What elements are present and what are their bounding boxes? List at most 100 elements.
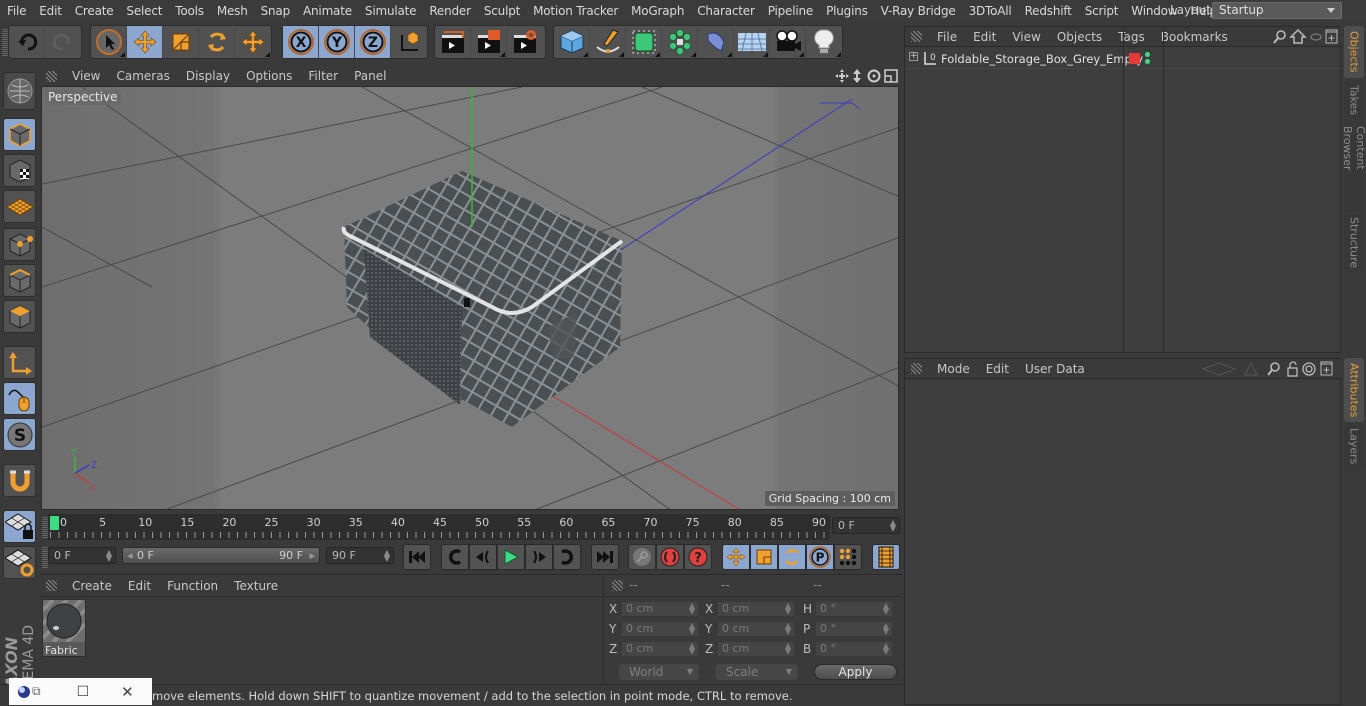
coord-value-field[interactable]: 0 ° ▲ ▼	[815, 641, 893, 657]
lock-workplane-button[interactable]	[3, 510, 36, 543]
menu-select[interactable]: Select	[119, 4, 168, 18]
back-icon[interactable]	[1201, 362, 1237, 376]
pen-spline-button[interactable]	[590, 26, 626, 58]
cloner-button[interactable]	[662, 26, 698, 58]
range-left-arrow-icon[interactable]: ◂	[127, 548, 133, 563]
undo-button[interactable]	[9, 26, 45, 58]
menu-vray-bridge[interactable]: V-Ray Bridge	[874, 4, 962, 18]
timeline-window-button[interactable]	[872, 544, 900, 570]
viewport-menu-view[interactable]: View	[64, 69, 108, 83]
menu-tools[interactable]: Tools	[168, 4, 210, 18]
new-window-icon[interactable]	[1320, 361, 1333, 376]
menu-animate[interactable]: Animate	[296, 4, 358, 18]
coord-value-field[interactable]: 0 cm ▲ ▼	[717, 601, 795, 617]
spinner-icon[interactable]: ▲ ▼	[689, 602, 695, 616]
record-keys-button[interactable]	[628, 544, 656, 570]
layout-dropdown[interactable]: Startup	[1212, 2, 1342, 19]
size-mode-dropdown[interactable]: Scale ▼	[716, 664, 798, 680]
material-swatch[interactable]: Fabric	[41, 598, 87, 657]
viewport-menu-display[interactable]: Display	[178, 69, 238, 83]
tab-takes[interactable]: Takes	[1344, 80, 1364, 120]
coordinate-space-dropdown[interactable]: World ▼	[619, 664, 699, 680]
previous-key-button[interactable]	[441, 544, 469, 570]
texture-mode-button[interactable]	[3, 154, 36, 187]
menu-3dtoall[interactable]: 3DToAll	[962, 4, 1018, 18]
maximize-icon[interactable]: ☐	[77, 684, 90, 700]
play-button[interactable]	[497, 544, 525, 570]
spinner-icon[interactable]: ▲ ▼	[689, 622, 695, 636]
next-frame-button[interactable]	[525, 544, 553, 570]
keyframe-selection-button[interactable]: ?	[684, 544, 712, 570]
menu-mesh[interactable]: Mesh	[210, 4, 254, 18]
camera-button[interactable]	[770, 26, 806, 58]
menu-snap[interactable]: Snap	[254, 4, 296, 18]
material-menu-texture[interactable]: Texture	[226, 579, 286, 593]
spinner-icon[interactable]: ▲ ▼	[883, 602, 889, 616]
target-icon[interactable]	[1302, 362, 1316, 376]
key-pla-button[interactable]	[834, 544, 862, 570]
spinner-icon[interactable]: ▲ ▼	[689, 642, 695, 656]
menu-redshift[interactable]: Redshift	[1018, 4, 1078, 18]
tab-structure[interactable]: Structure	[1344, 214, 1364, 272]
menu-file[interactable]: File	[0, 4, 32, 18]
light-button[interactable]	[806, 26, 842, 58]
object-menu-view[interactable]: View	[1004, 30, 1048, 44]
render-visibility-dot[interactable]	[1145, 59, 1150, 64]
move-button[interactable]	[127, 26, 163, 58]
panel-grip[interactable]	[911, 31, 922, 42]
go-to-start-button[interactable]	[403, 544, 431, 570]
menu-simulate[interactable]: Simulate	[358, 4, 422, 18]
up-icon[interactable]	[1244, 361, 1258, 376]
tab-layers[interactable]: Layers	[1344, 424, 1364, 468]
key-scale-button[interactable]	[750, 544, 778, 570]
key-parameter-button[interactable]: P	[806, 544, 834, 570]
polygons-mode-button[interactable]	[3, 300, 36, 333]
attribute-menu-mode[interactable]: Mode	[929, 362, 978, 376]
render-picture-viewer-button[interactable]	[471, 26, 507, 58]
coordinate-system-button[interactable]	[391, 26, 427, 58]
floor-button[interactable]	[734, 26, 770, 58]
edges-mode-button[interactable]	[3, 264, 36, 297]
snap-button[interactable]	[3, 464, 36, 497]
lock-icon[interactable]	[1287, 361, 1298, 377]
live-selection-button[interactable]	[91, 26, 127, 58]
start-frame-field[interactable]: 0 F ▲ ▼	[48, 547, 116, 564]
frame-range-slider[interactable]: ◂ 0 F 90 F ▸	[122, 547, 320, 564]
viewport-menu-options[interactable]: Options	[238, 69, 300, 83]
menu-create[interactable]: Create	[68, 4, 120, 18]
coord-value-field[interactable]: 0 cm ▲ ▼	[621, 641, 699, 657]
viewport-menu-panel[interactable]: Panel	[346, 69, 394, 83]
recent-tool-button[interactable]	[235, 26, 271, 58]
render-settings-button[interactable]	[507, 26, 543, 58]
rotate-view-icon[interactable]	[867, 69, 881, 83]
close-icon[interactable]: ✕	[121, 683, 134, 701]
object-row[interactable]: + 0 Foldable_Storage_Box_Grey_Empty	[905, 27, 1342, 353]
spinner-icon[interactable]: ▲ ▼	[785, 602, 791, 616]
planar-workplane-button[interactable]	[3, 546, 36, 579]
object-menu-bookmarks[interactable]: Bookmarks	[1153, 30, 1236, 44]
apply-button[interactable]: Apply	[814, 664, 897, 680]
filter-icon[interactable]	[1310, 33, 1322, 41]
panel-grip[interactable]	[46, 70, 57, 82]
tab-attributes[interactable]: Attributes	[1344, 358, 1364, 422]
range-right-arrow-icon[interactable]: ▸	[309, 548, 315, 563]
scale-button[interactable]	[163, 26, 199, 58]
menu-script[interactable]: Script	[1078, 4, 1125, 18]
menu-render[interactable]: Render	[422, 4, 477, 18]
menu-motion-tracker[interactable]: Motion Tracker	[526, 4, 624, 18]
coord-value-field[interactable]: 0 cm ▲ ▼	[717, 641, 795, 657]
timeline-ruler[interactable]: 0 5 10 15 20 25 30 35 40 45 50 55 60 65 70 75 80 85 90	[48, 514, 830, 540]
viewport-menu-filter[interactable]: Filter	[300, 69, 346, 83]
zoom-view-icon[interactable]	[853, 69, 861, 83]
menu-mograph[interactable]: MoGraph	[624, 4, 690, 18]
make-editable-button[interactable]	[3, 72, 36, 110]
redo-button[interactable]	[45, 26, 81, 58]
expand-icon[interactable]: +	[909, 52, 918, 61]
layer-color-swatch[interactable]	[1129, 53, 1140, 64]
coord-value-field[interactable]: 0 cm ▲ ▼	[621, 621, 699, 637]
material-menu-edit[interactable]: Edit	[120, 579, 159, 593]
maximize-view-icon[interactable]	[884, 69, 898, 83]
axis-mode-button[interactable]	[3, 346, 36, 379]
menu-plugins[interactable]: Plugins	[819, 4, 874, 18]
object-menu-tags[interactable]: Tags	[1110, 30, 1153, 44]
